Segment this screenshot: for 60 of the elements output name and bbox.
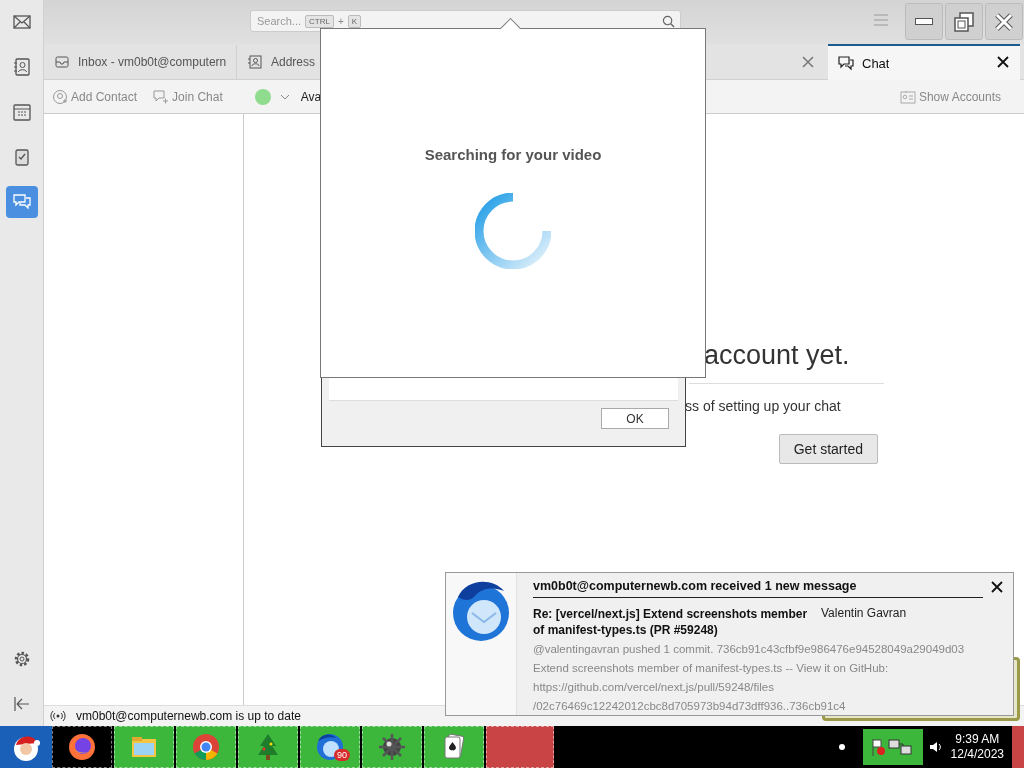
connection-icon (50, 710, 66, 722)
close-button[interactable] (985, 3, 1023, 40)
tray-dot-icon (838, 744, 845, 750)
message-sender: Valentin Gavran (821, 606, 907, 622)
clock-time[interactable]: 9:39 AM (955, 732, 1000, 747)
id-card-icon (899, 88, 916, 105)
show-accounts-button[interactable]: Show Accounts (899, 88, 1001, 105)
loading-spinner-icon (475, 193, 551, 269)
status-text: vm0b0t@computernewb.com is up to date (76, 709, 301, 723)
firefox-logo-icon (66, 731, 98, 763)
tab[interactable]: Chat (828, 44, 1020, 80)
clock-date[interactable]: 12/4/2023 (950, 747, 1004, 762)
chrome-logo-icon (190, 731, 222, 763)
message-preview: @valentingavran pushed 1 commit. 736cb91c43cfbf9e986476e94528049a29049d03 (533, 642, 966, 657)
minimize-button[interactable] (905, 3, 943, 40)
address-book-icon (11, 57, 32, 77)
search-icon (662, 15, 675, 28)
firefox-taskbar-button[interactable] (52, 726, 112, 768)
notification-title: vm0b0t@computernewb.com received 1 new message (533, 579, 983, 598)
arrow-left-bar-icon (11, 694, 32, 714)
cards-taskbar-button[interactable] (424, 726, 484, 768)
thunderbird-taskbar-button[interactable]: 90 (300, 726, 360, 768)
tree-taskbar-button[interactable] (238, 726, 298, 768)
message-preview: Extend screenshots member of manifest-types.ts -- View it on GitHub: (533, 661, 890, 676)
status-dot[interactable] (254, 88, 271, 105)
start-button[interactable] (0, 726, 52, 768)
minimize-icon (915, 18, 933, 25)
restore-button[interactable] (945, 3, 983, 40)
chat-bubbles-icon (11, 192, 32, 212)
intro-text: ss of setting up your chat (685, 398, 842, 414)
message-preview: https://github.com/vercel/next.js/pull/59248/files (533, 680, 775, 695)
chrome-taskbar-button[interactable] (176, 726, 236, 768)
taskbar-tile[interactable] (486, 726, 554, 768)
message-preview: /02c76469c12242012cbc8d705973b94d73dff936..736cb91c4 (533, 699, 847, 714)
close-icon[interactable] (991, 581, 1003, 593)
get-started-button[interactable]: Get started (778, 434, 878, 464)
join-chat-button[interactable]: Join Chat (153, 88, 223, 105)
popup-title: Searching for your video (424, 146, 602, 163)
restore-icon (953, 10, 975, 33)
chat-bubbles-icon (838, 55, 854, 71)
address-book-icon (247, 54, 263, 70)
speaker-icon[interactable] (928, 740, 943, 754)
tab[interactable]: Inbox - vm0b0t@computern (44, 45, 237, 79)
calendar-icon (11, 102, 32, 122)
tray-icons[interactable] (862, 729, 923, 765)
status-label[interactable]: Ava (300, 89, 322, 104)
close-icon (993, 10, 1015, 33)
heading: account yet. (703, 340, 851, 371)
inbox-icon (54, 54, 70, 70)
message-subject: Re: [vercel/next.js] Extend screenshots member of manifest-types.ts (PR #59248) (533, 606, 809, 638)
unread-badge: 90 (334, 749, 350, 761)
close-tab-icon[interactable] (996, 55, 1010, 69)
tab[interactable]: Address (237, 45, 326, 79)
chat-space-button[interactable] (5, 186, 38, 218)
envelope-icon (11, 12, 32, 32)
mine-icon (376, 731, 408, 763)
mine-taskbar-button[interactable] (362, 726, 422, 768)
ok-button[interactable]: OK (601, 408, 669, 429)
add-chat-icon (153, 88, 170, 105)
add-contact-button[interactable]: Add Contact (52, 88, 138, 105)
